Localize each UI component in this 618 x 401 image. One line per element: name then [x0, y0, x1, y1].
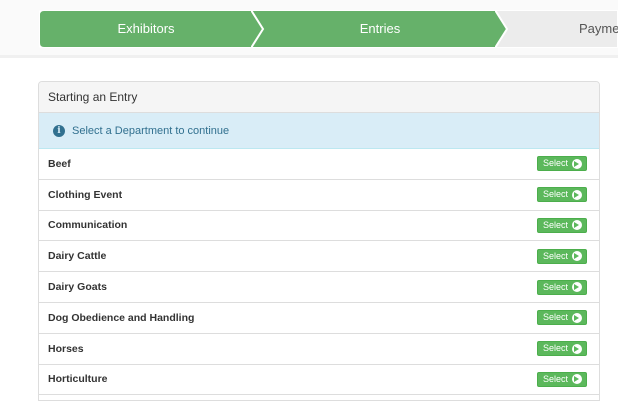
department-name: Communication [48, 219, 128, 232]
info-alert: i Select a Department to continue [39, 113, 599, 149]
department-name: Dairy Goats [48, 281, 107, 294]
select-button-label: Select [542, 373, 568, 384]
wizard-bar: Exhibitors Entries Payment [0, 0, 618, 58]
select-button-label: Select [542, 343, 568, 354]
department-name: Beef [48, 157, 71, 170]
select-button-label: Select [542, 158, 568, 169]
select-button[interactable]: Select [536, 279, 587, 295]
department-row: Clothing Event Select [39, 180, 599, 211]
department-name: Dairy Cattle [48, 250, 107, 263]
department-list: Beef Select Clothing Event Select Commun… [39, 149, 599, 396]
starting-entry-panel: Starting an Entry i Select a Department … [38, 81, 600, 401]
select-button[interactable]: Select [536, 156, 587, 172]
info-alert-text: Select a Department to continue [72, 124, 230, 137]
department-name: Horticulture [48, 373, 108, 386]
step-entries[interactable]: Entries [251, 10, 511, 48]
step-exhibitors-label: Exhibitors [117, 21, 175, 36]
arrow-circle-right-icon [572, 189, 582, 200]
wizard-steps: Exhibitors Entries Payment [39, 10, 618, 48]
select-button[interactable]: Select [536, 310, 587, 326]
arrow-circle-right-icon [572, 282, 582, 293]
department-row: Dairy Cattle Select [39, 241, 599, 273]
select-button[interactable]: Select [536, 341, 587, 357]
select-button[interactable]: Select [536, 187, 587, 203]
step-payment-label: Payment [579, 21, 618, 36]
select-button-label: Select [542, 281, 568, 292]
select-button-label: Select [542, 312, 568, 323]
step-payment[interactable]: Payment [495, 10, 618, 48]
select-button[interactable]: Select [536, 371, 587, 387]
department-row: Horses Select [39, 334, 599, 365]
arrow-circle-right-icon [572, 312, 582, 323]
step-entries-label: Entries [359, 21, 401, 36]
select-button[interactable]: Select [536, 248, 587, 264]
info-circle-icon: i [53, 124, 65, 137]
department-row: Horticulture Select [39, 365, 599, 396]
department-row: Dairy Goats Select [39, 272, 599, 303]
department-row: Dog Obedience and Handling Select [39, 303, 599, 334]
department-name: Clothing Event [48, 188, 123, 201]
department-name: Horses [48, 342, 84, 355]
select-button-label: Select [542, 219, 568, 230]
step-exhibitors[interactable]: Exhibitors [39, 10, 267, 48]
department-row: Communication Select [39, 211, 599, 242]
select-button-label: Select [542, 250, 568, 261]
panel-heading: Starting an Entry [39, 82, 599, 113]
arrow-circle-right-icon [572, 158, 582, 169]
arrow-circle-right-icon [572, 251, 582, 262]
select-button[interactable]: Select [536, 217, 587, 233]
select-button-label: Select [542, 189, 568, 200]
arrow-circle-right-icon [572, 374, 582, 385]
arrow-circle-right-icon [572, 343, 582, 354]
arrow-circle-right-icon [572, 220, 582, 231]
department-name: Dog Obedience and Handling [48, 311, 195, 324]
department-row: Beef Select [39, 149, 599, 180]
